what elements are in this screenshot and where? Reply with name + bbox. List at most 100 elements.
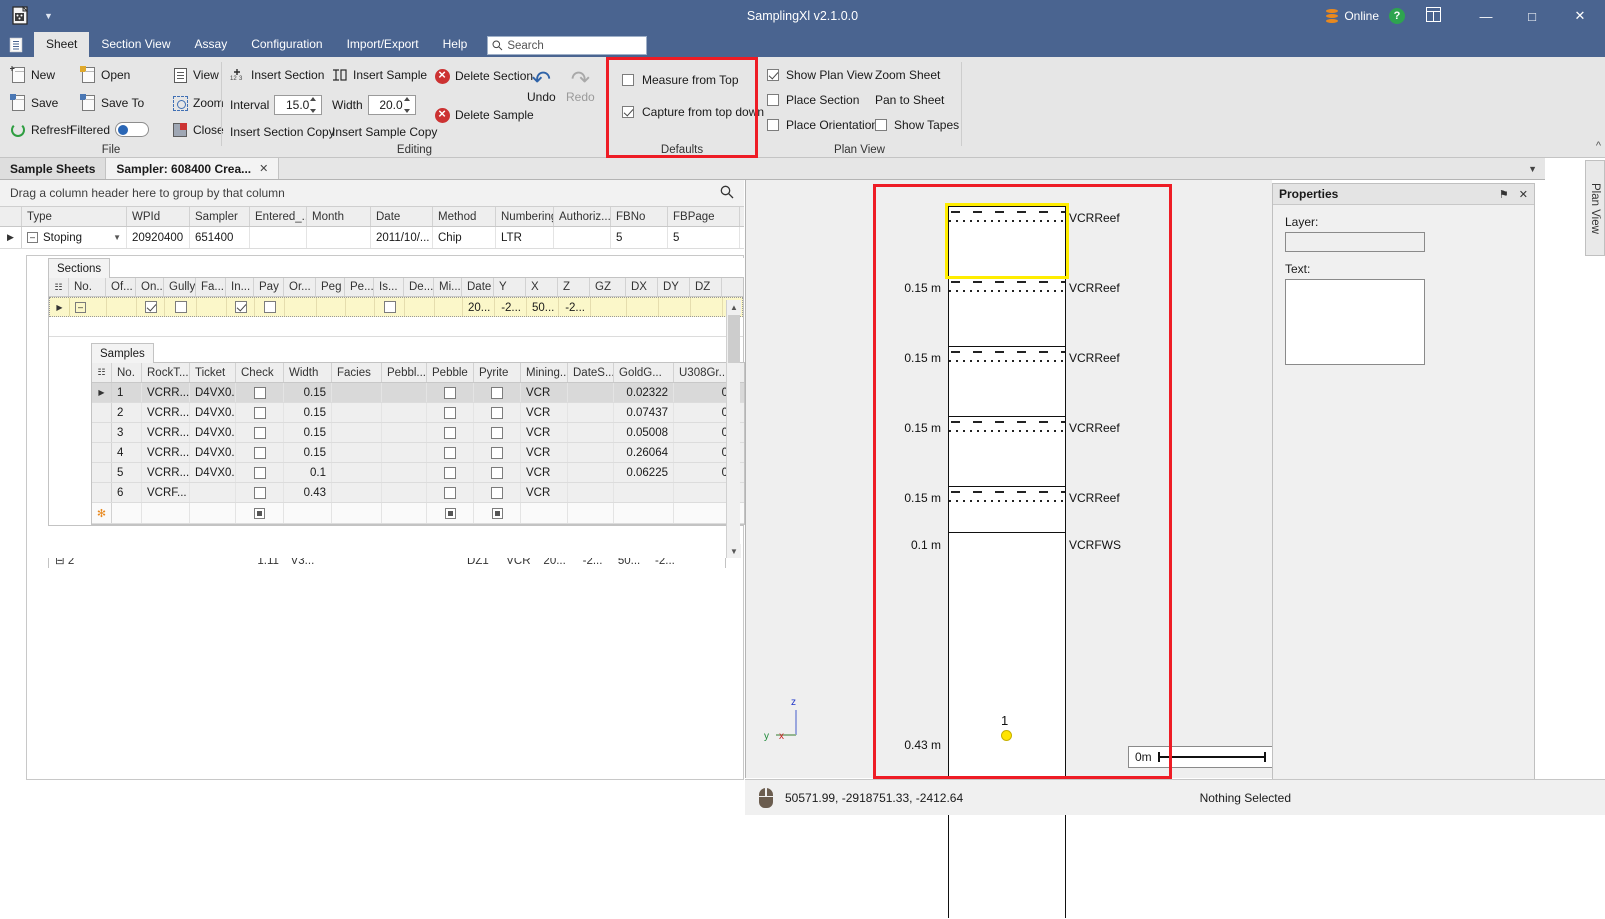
checkbox[interactable]	[491, 467, 503, 479]
cell-facies[interactable]	[332, 383, 382, 402]
checkbox[interactable]	[444, 467, 456, 479]
sections-cell-in[interactable]	[227, 298, 255, 316]
cell-entered[interactable]	[250, 227, 307, 248]
table-row[interactable]: 4VCRR...D4VX0...0.15VCR0.260640	[92, 443, 744, 463]
cell-ticket[interactable]: D4VX0...	[190, 463, 236, 482]
doc-tab-close-icon[interactable]: ✕	[259, 162, 268, 175]
checkbox[interactable]	[254, 467, 266, 479]
minimize-button[interactable]: —	[1463, 0, 1509, 32]
cell-no[interactable]: 1	[112, 383, 142, 402]
cell-width[interactable]: 0.15	[284, 383, 332, 402]
sec-col-date[interactable]: Date	[462, 278, 494, 296]
smp-col-pebble[interactable]: Pebble	[427, 363, 474, 382]
refresh-button[interactable]: Refresh	[10, 122, 73, 138]
cell-rockt[interactable]: VCRR...	[142, 443, 190, 462]
cell-pebble[interactable]	[427, 383, 474, 402]
open-button[interactable]: Open	[80, 67, 130, 83]
insert-section-button[interactable]: 123 Insert Section	[230, 67, 324, 83]
sections-cell-dx[interactable]	[627, 298, 659, 316]
cell-u308gr[interactable]	[674, 483, 734, 502]
sections-cell-x[interactable]: 50...	[527, 298, 559, 316]
samples-column-chooser-icon[interactable]: ☷	[92, 363, 112, 382]
cell-check[interactable]	[236, 383, 284, 402]
sections-cell-gz[interactable]	[591, 298, 627, 316]
tab-sections[interactable]: Sections	[48, 258, 110, 278]
sec-col-or[interactable]: Or...	[284, 278, 316, 296]
cell-width[interactable]: 0.15	[284, 403, 332, 422]
cell-facies[interactable]	[332, 463, 382, 482]
interval-spinner[interactable]: 15.0	[274, 95, 322, 115]
sec-col-dz[interactable]: DZ	[690, 278, 722, 296]
col-header-date[interactable]: Date	[371, 207, 433, 226]
doc-tab-overflow-caret[interactable]: ▼	[1520, 158, 1545, 179]
ribbon-tab-help[interactable]: Help	[431, 32, 480, 57]
cell-no[interactable]: 3	[112, 423, 142, 442]
ribbon-tab-configuration[interactable]: Configuration	[239, 32, 334, 57]
cell-goldg[interactable]	[614, 483, 674, 502]
sec-col-gully[interactable]: Gully	[164, 278, 196, 296]
smp-col-check[interactable]: Check	[236, 363, 284, 382]
band-3[interactable]	[949, 347, 1065, 417]
col-header-fbno[interactable]: FBNo	[611, 207, 668, 226]
sections-on-checkbox[interactable]	[145, 301, 157, 313]
cell-check[interactable]	[236, 443, 284, 462]
new-row-pyrite-box[interactable]	[492, 508, 503, 519]
sec-col-pe[interactable]: Pe...	[345, 278, 374, 296]
tab-samples[interactable]: Samples	[91, 343, 154, 363]
smp-col-pebbl[interactable]: Pebbl...	[382, 363, 427, 382]
table-row[interactable]: ▶ ‒ Stoping ▼ 20920400 651400 2011/10/..…	[0, 227, 744, 249]
find-icon[interactable]	[720, 185, 734, 202]
checkbox[interactable]	[444, 447, 456, 459]
cell-facies[interactable]	[332, 443, 382, 462]
ribbon-display-options-icon[interactable]	[1419, 7, 1447, 25]
sec-col-y[interactable]: Y	[494, 278, 526, 296]
checkbox[interactable]	[491, 387, 503, 399]
save-to-button[interactable]: Save To	[80, 95, 144, 111]
cell-pyrite[interactable]	[474, 403, 521, 422]
sec-col-fa[interactable]: Fa...	[196, 278, 226, 296]
smp-col-goldg[interactable]: GoldG...	[614, 363, 674, 382]
cell-ticket[interactable]: D4VX0...	[190, 383, 236, 402]
cell-rockt[interactable]: VCRR...	[142, 463, 190, 482]
sec-col-z[interactable]: Z	[558, 278, 590, 296]
checkbox[interactable]	[254, 447, 266, 459]
smp-col-rocktype[interactable]: RockT...	[142, 363, 190, 382]
cell-ticket[interactable]: D4VX0...	[190, 423, 236, 442]
maximize-button[interactable]: □	[1509, 0, 1555, 32]
smp-col-dates[interactable]: DateS...	[568, 363, 614, 382]
cell-pyrite[interactable]	[474, 383, 521, 402]
sections-cell-dy[interactable]	[659, 298, 691, 316]
scrollbar-thumb[interactable]	[728, 315, 740, 363]
zoom-sheet-button[interactable]: Zoom Sheet	[875, 68, 940, 82]
zoom-button[interactable]: Zoom	[172, 95, 224, 111]
cell-type-dropdown-caret[interactable]: ▼	[113, 227, 121, 248]
cell-date[interactable]: 2011/10/...	[371, 227, 433, 248]
sections-cell-is[interactable]	[375, 298, 405, 316]
sections-in-checkbox[interactable]	[235, 301, 247, 313]
show-plan-view-checkbox[interactable]: Show Plan View	[767, 68, 873, 82]
cell-mining[interactable]: VCR	[521, 443, 568, 462]
cell-pyrite[interactable]	[474, 483, 521, 502]
insert-sample-copy-button[interactable]: Insert Sample Copy	[332, 125, 437, 139]
place-orientation-checkbox[interactable]: Place Orientation	[767, 118, 878, 132]
place-section-box[interactable]	[767, 94, 779, 106]
cell-pebbl[interactable]	[382, 403, 427, 422]
show-plan-view-box[interactable]	[767, 69, 779, 81]
cell-mining[interactable]: VCR	[521, 403, 568, 422]
smp-col-pyrite[interactable]: Pyrite	[474, 363, 521, 382]
sections-row-expander-icon[interactable]: ‒	[75, 302, 86, 313]
cell-pyrite[interactable]	[474, 423, 521, 442]
delete-section-button[interactable]: Delete Section	[434, 68, 533, 84]
sections-cell-gully[interactable]	[165, 298, 197, 316]
cell-width[interactable]: 0.1	[284, 463, 332, 482]
close-icon[interactable]: ✕	[1519, 188, 1528, 201]
sec-col-pay[interactable]: Pay	[254, 278, 284, 296]
cell-wpid[interactable]: 20920400	[127, 227, 190, 248]
smp-col-u308gr[interactable]: U308Gr...	[674, 363, 734, 382]
cell-no[interactable]: 4	[112, 443, 142, 462]
pin-icon[interactable]: ⚑	[1499, 188, 1509, 201]
cell-pebbl[interactable]	[382, 383, 427, 402]
cell-no[interactable]: 5	[112, 463, 142, 482]
sections-cell-no[interactable]: ‒	[70, 298, 107, 316]
cell-width[interactable]: 0.15	[284, 423, 332, 442]
